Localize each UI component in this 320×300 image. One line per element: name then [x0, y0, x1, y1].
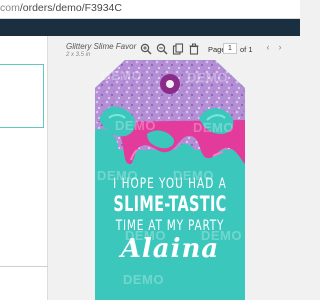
- tag-text-line-2: SLIME-TASTIC: [113, 193, 227, 217]
- url-path: /orders/demo/F3934C: [19, 2, 122, 14]
- trash-icon[interactable]: [188, 43, 200, 55]
- left-panel: [0, 36, 48, 300]
- zoom-out-icon[interactable]: [156, 43, 168, 55]
- tag-name-text: Alaina: [120, 234, 220, 264]
- prev-page-icon[interactable]: ‹: [264, 42, 272, 53]
- tag-text-line-3: TIME AT MY PARTY: [115, 217, 225, 235]
- favor-tag-preview[interactable]: DEMO DEMO DEMO DEMO DEMO DEMO DEMO DEMO …: [95, 60, 245, 300]
- page-number-input[interactable]: 1: [223, 43, 237, 54]
- page-count: of 1: [240, 45, 253, 54]
- address-bar[interactable]: com/orders/demo/F3934C: [0, 0, 300, 19]
- template-thumbnail[interactable]: [0, 64, 44, 128]
- zoom-in-icon[interactable]: [140, 43, 152, 55]
- design-title: Glittery Slime Favor: [66, 42, 137, 51]
- next-page-icon[interactable]: ›: [276, 42, 284, 53]
- url-text[interactable]: com/orders/demo/F3934C: [0, 2, 122, 14]
- copy-icon[interactable]: [172, 43, 184, 55]
- url-host: com: [0, 2, 20, 14]
- design-size: 2 x 3.5 in: [66, 52, 91, 58]
- app-header: [0, 19, 300, 36]
- tag-text-line-1: I HOPE YOU HAD A: [113, 175, 227, 193]
- divider: [0, 266, 48, 267]
